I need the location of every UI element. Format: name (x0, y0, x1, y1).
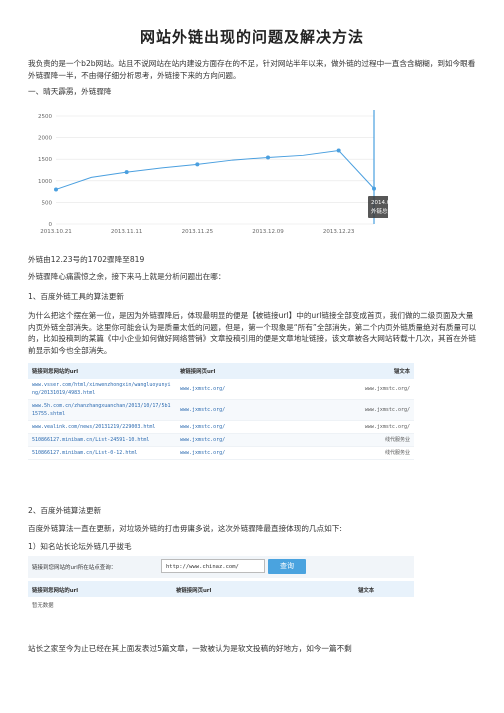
anchor-text-cell: www.jxmstc.org/ (304, 399, 414, 421)
table-row: 510866127.minibam.cn/List-0-12.html www.j… (28, 446, 414, 460)
table-row: www.vealink.com/news/20131219/229003.htm… (28, 420, 414, 434)
target-url-cell[interactable]: www.jxmstc.org/ (176, 399, 304, 421)
query-button[interactable]: 查询 (268, 559, 306, 574)
query-results-header: 链接到您网站的url 被链接网页url 锚文本 (28, 581, 414, 597)
table-row: www.vsser.com/html/xinwenzhongxin/wanglu… (28, 379, 414, 400)
column-header-target-url: 被链接网页url (176, 363, 304, 379)
source-url-cell[interactable]: 510866127.minibam.cn/List-0-12.html (28, 446, 176, 460)
y-tick-label: 1000 (38, 179, 52, 185)
intro-paragraph: 我负责的是一个b2b网站。站且不说网站在站内建设方面存在的不足，针对网站半年以来… (28, 59, 476, 80)
data-point (54, 187, 58, 192)
anchor-text-cell: 线代服务业 (304, 446, 414, 460)
chart-grid (56, 115, 374, 225)
query-input[interactable]: http://www.chinaz.com/ (161, 559, 265, 573)
section-heading-3: 2、百度外链算法更新 (28, 506, 102, 515)
y-tick-label: 2000 (38, 136, 52, 142)
query-header-target-url: 被链接网页url (176, 588, 212, 594)
chart-points (54, 148, 376, 192)
target-url-cell[interactable]: www.jxmstc.org/ (176, 420, 304, 434)
x-tick-label: 2013.10.21 (40, 229, 72, 235)
query-label: 链接到您网站的url所在站点查询： (32, 565, 117, 571)
column-header-source-url: 链接到您网站的url (28, 363, 176, 379)
drop-note: 外链由12.23号的1702骤降至819 (28, 255, 145, 264)
column-header-anchor-text: 锚文本 (304, 363, 414, 379)
query-header-source-url: 链接到您网站的url (32, 588, 79, 594)
chart-y-axis: 2500 2000 1500 1000 500 0 (38, 114, 53, 228)
anchor-text-cell: 线代服务业 (304, 433, 414, 447)
target-url-cell[interactable]: www.jxmstc.org/ (176, 379, 304, 400)
site-query-panel: 链接到您网站的url所在站点查询： http://www.chinaz.com/… (28, 556, 414, 632)
y-tick-label: 2500 (38, 114, 52, 120)
page-title: 网站外链出现的问题及解决方法 (139, 28, 364, 46)
source-url-cell[interactable]: 510866127.minibam.cn/List-24591-10.html (28, 433, 176, 447)
closing-paragraph: 站长之家至今为止已经在其上面发表过5篇文章，一致被认为是软文投稿的好地方，如今一… (28, 644, 352, 653)
source-url-cell[interactable]: www.vsser.com/html/xinwenzhongxin/wanglu… (28, 379, 176, 400)
query-header-anchor-text: 锚文本 (358, 588, 375, 594)
backlink-line-chart: 2500 2000 1500 1000 500 0 2013.10.21 2013.11.1… (38, 110, 388, 235)
x-tick-label: 2013.11.25 (182, 229, 214, 235)
chart-series (55, 149, 375, 190)
data-point (336, 148, 341, 153)
backlinks-table: 链接到您网站的url 被链接网页url 锚文本 www.vsser.com/ht… (28, 363, 414, 460)
target-url-cell[interactable]: www.jxmstc.org/ (176, 446, 304, 460)
source-url-cell[interactable]: www.vealink.com/news/20131219/229003.htm… (28, 420, 176, 434)
chart-tooltip: 2014.01.06外链总数：819 (368, 110, 388, 224)
section-heading-1: 一、晴天霹雳，外链骤降 (28, 87, 112, 96)
algorithm-paragraph: 为什么把这个摆在第一位，是因为外链骤降后，体现最明显的便是【被链接url】中的u… (28, 311, 477, 355)
x-tick-label: 2013.11.11 (111, 229, 143, 235)
data-point (266, 155, 270, 160)
algorithm-update-paragraph: 百度外链算法一直在更新，对垃圾外链的打击毋庸多说，这次外链骤降最直接体现的几点如… (28, 524, 342, 533)
y-tick-label: 500 (42, 200, 53, 206)
anchor-text-cell: www.jxmstc.org/ (304, 379, 414, 400)
anchor-text-cell: www.jxmstc.org/ (304, 420, 414, 434)
tooltip-value: 外链总数：819 (371, 207, 388, 215)
y-tick-label: 0 (49, 222, 53, 228)
x-tick-label: 2013.12.23 (323, 229, 355, 235)
tooltip-date: 2014.01.06 (371, 200, 388, 206)
data-point (195, 162, 200, 167)
chart-x-axis: 2013.10.21 2013.11.11 2013.11.25 2013.12.09… (40, 229, 355, 235)
query-bar: 链接到您网站的url所在站点查询： http://www.chinaz.com/… (28, 556, 414, 578)
table-row: 510866127.minibam.cn/List-24591-10.html w… (28, 433, 414, 447)
series-line (55, 149, 375, 190)
query-empty-state: 暂无数据 (32, 603, 54, 609)
target-url-cell[interactable]: www.jxmstc.org/ (176, 433, 304, 447)
section-heading-4: 1）知名站长论坛外链几乎拔毛 (28, 542, 132, 551)
analysis-intro: 外链骤降心痛震惊之余，接下来马上就是分析问题出在哪： (28, 272, 226, 281)
y-tick-label: 1500 (38, 157, 52, 163)
source-url-cell[interactable]: www.5h.com.cn/zhanzhangxuanchan/2013/10/… (28, 399, 176, 421)
table-row: www.5h.com.cn/zhanzhangxuanchan/2013/10/… (28, 399, 414, 421)
x-tick-label: 2013.12.09 (252, 229, 284, 235)
section-heading-2: 1、百度外链工具的算法更新 (28, 292, 124, 301)
data-point (124, 170, 129, 175)
